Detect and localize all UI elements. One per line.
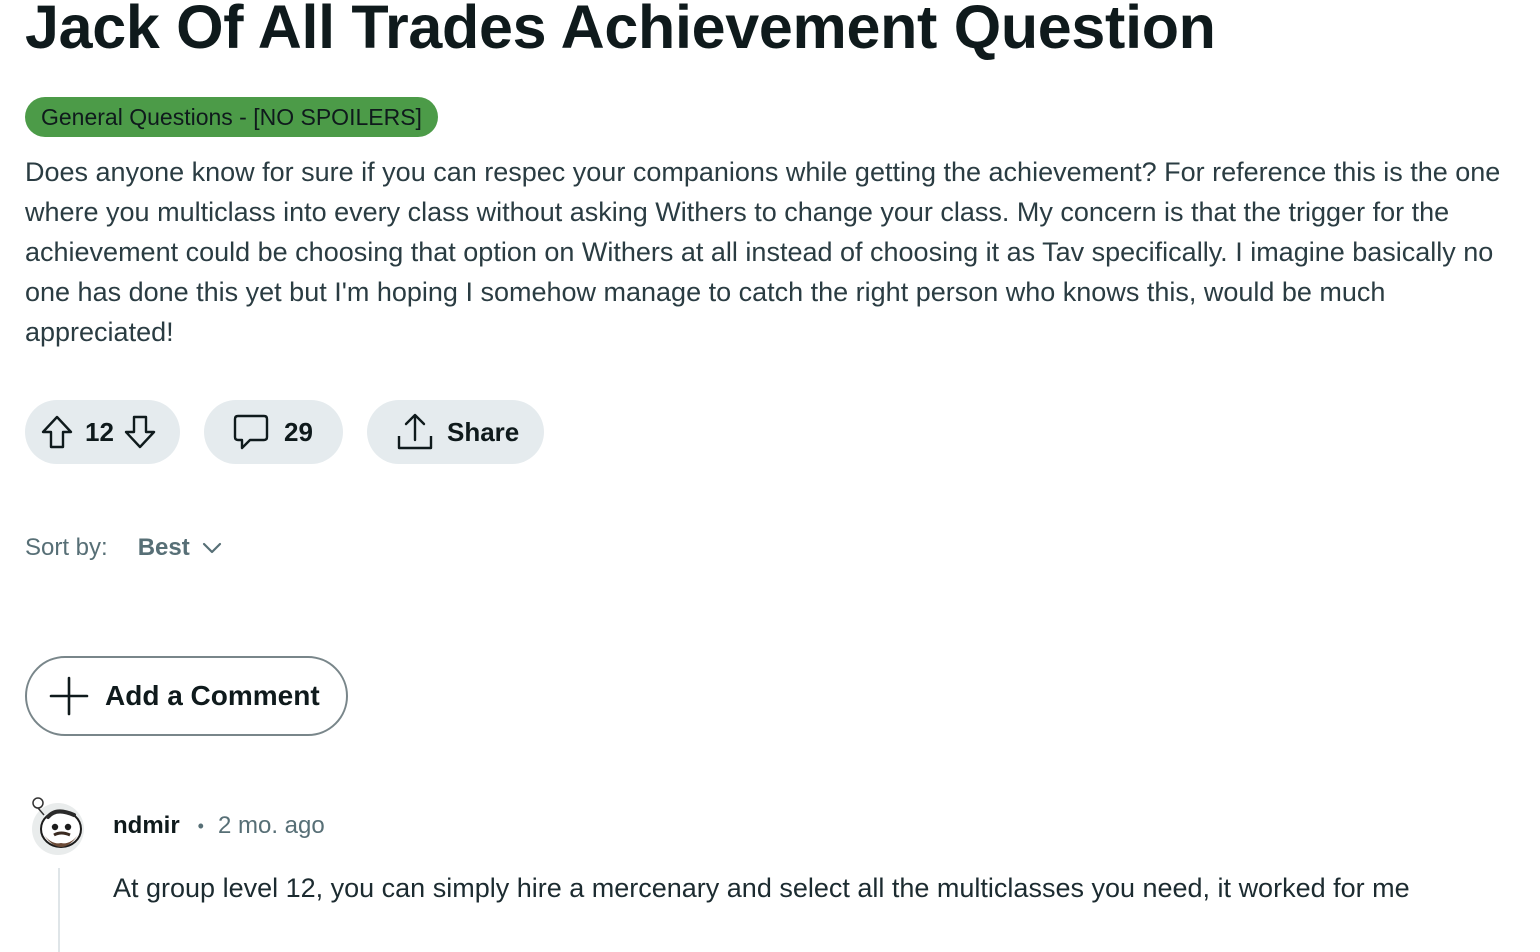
post-title: Jack Of All Trades Achievement Question [25, 0, 1216, 61]
post-flair[interactable]: General Questions - [NO SPOILERS] [25, 97, 438, 137]
avatar[interactable] [26, 795, 88, 857]
vote-count: 12 [85, 416, 114, 447]
thread-line[interactable] [58, 868, 60, 952]
post-body: Does anyone know for sure if you can res… [25, 157, 1501, 347]
comment-author[interactable]: ndmir [113, 812, 180, 840]
share-label: Share [447, 416, 520, 447]
add-comment-button[interactable]: Add a Comment [25, 656, 348, 736]
share-button[interactable]: Share [367, 400, 544, 464]
comment-timestamp[interactable]: 2 mo. ago [218, 812, 325, 840]
speech-bubble-icon [232, 413, 270, 451]
plus-icon [49, 676, 89, 716]
sort-label: Sort by: [25, 534, 108, 561]
comments-button[interactable]: 29 [204, 400, 343, 464]
comment-body: At group level 12, you can simply hire a… [113, 873, 1410, 903]
sort-control: Sort by: Best [25, 534, 222, 562]
chevron-down-icon[interactable] [202, 542, 222, 554]
upvote-arrow-icon[interactable] [41, 415, 73, 449]
vote-group: 12 [25, 400, 180, 464]
comment-count: 29 [284, 416, 313, 447]
share-upload-icon [395, 412, 435, 452]
sort-dropdown[interactable]: Best [138, 534, 190, 562]
add-comment-label: Add a Comment [105, 680, 320, 711]
meta-separator: • [197, 815, 204, 836]
comment-meta: ndmir • 2 mo. ago [113, 812, 325, 840]
downvote-arrow-icon[interactable] [124, 415, 156, 449]
